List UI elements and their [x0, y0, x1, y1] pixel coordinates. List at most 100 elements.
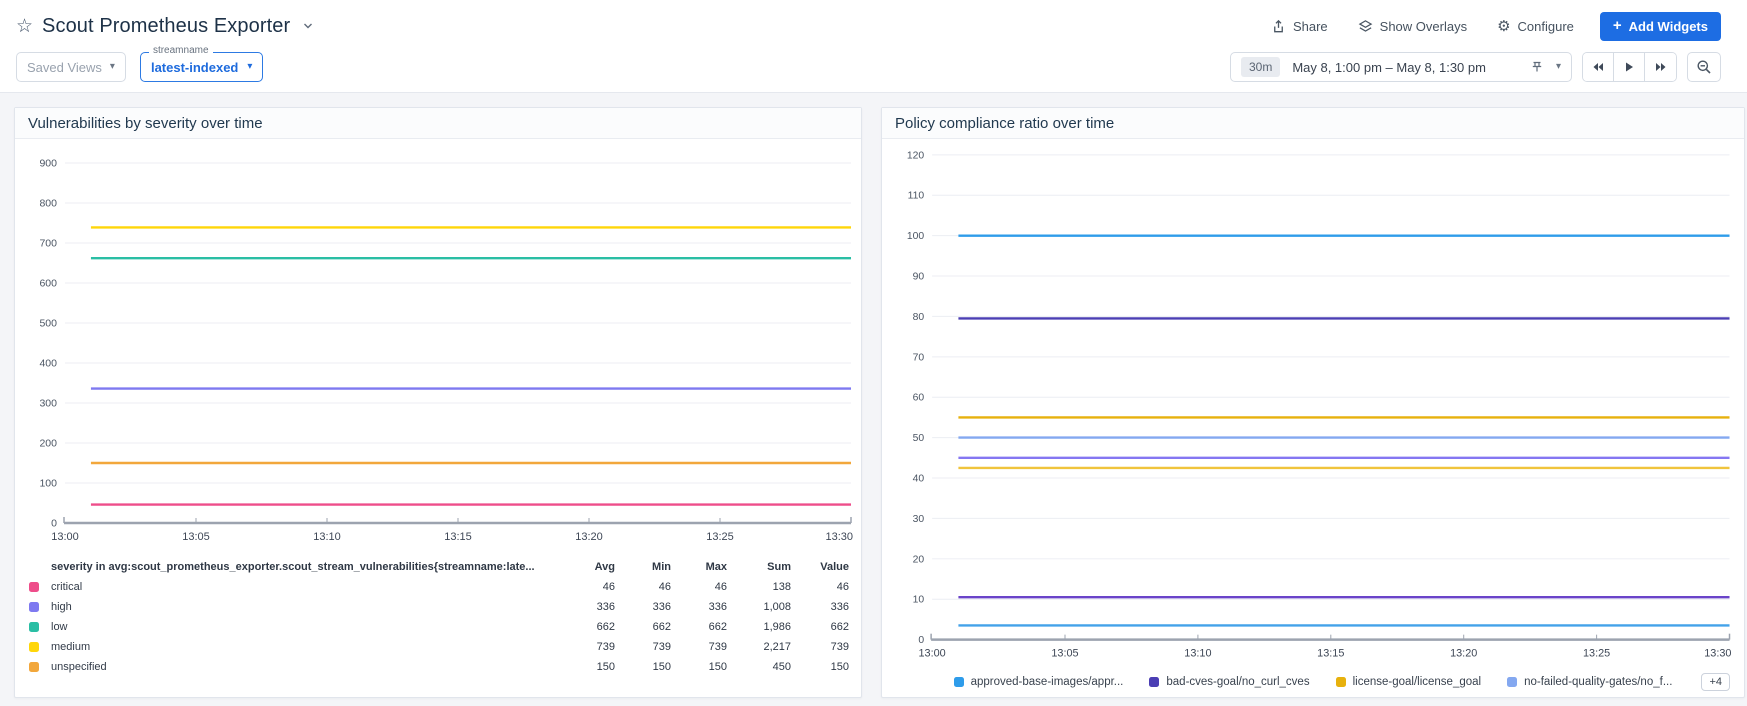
series-stat-value: 1,986 — [763, 621, 791, 633]
svg-text:13:25: 13:25 — [1583, 647, 1610, 659]
column-header: Value — [820, 561, 849, 573]
time-nav-group — [1582, 52, 1677, 82]
legend-color-swatch — [1507, 677, 1518, 688]
show-overlays-button[interactable]: Show Overlays — [1358, 19, 1467, 34]
svg-text:13:15: 13:15 — [444, 531, 472, 543]
series-name: unspecified — [51, 661, 107, 673]
svg-text:30: 30 — [913, 514, 925, 525]
series-color-swatch — [29, 602, 39, 612]
series-stat-value: 46 — [602, 581, 615, 593]
series-stat-value: 450 — [772, 661, 791, 673]
overlays-layers-icon — [1358, 19, 1373, 32]
table-row-medium[interactable]: medium 739 739 739 2,217 739 — [29, 637, 849, 657]
pin-icon[interactable] — [1530, 60, 1544, 74]
time-range-badge: 30m — [1240, 57, 1281, 77]
time-range-control[interactable]: 30m May 8, 1:00 pm – May 8, 1:30 pm ▾ — [1229, 52, 1572, 82]
stream-filter-value: latest-indexed — [150, 59, 239, 75]
legend-label: license-goal/license_goal — [1352, 676, 1482, 689]
svg-text:500: 500 — [39, 318, 57, 330]
svg-text:13:20: 13:20 — [575, 531, 603, 543]
series-stat-value: 739 — [830, 641, 849, 653]
svg-text:900: 900 — [39, 158, 57, 170]
series-color-swatch — [29, 622, 39, 632]
svg-text:13:20: 13:20 — [1450, 647, 1477, 659]
series-stat-value: 2,217 — [763, 641, 791, 653]
vulnerabilities-chart-canvas[interactable]: 900 800 700 600 500 400 300 200 100 013:00 13:05 13… — [15, 139, 861, 553]
chevron-down-icon: ▾ — [109, 61, 115, 72]
legend-item[interactable]: license-goal/license_goal — [1335, 676, 1482, 689]
svg-text:200: 200 — [39, 438, 57, 450]
svg-text:13:30: 13:30 — [1704, 647, 1731, 659]
svg-text:13:05: 13:05 — [1051, 647, 1078, 659]
widget-policy-compliance: Policy compliance ratio over time 120 110… — [881, 107, 1745, 698]
svg-text:400: 400 — [39, 358, 57, 370]
add-widgets-button[interactable]: + Add Widgets — [1599, 11, 1721, 41]
series-stat-value: 662 — [652, 621, 671, 633]
table-row-unspecified[interactable]: unspecified 150 150 150 450 150 — [29, 657, 849, 677]
table-header-row: severity in avg:scout_prometheus_exporte… — [29, 557, 849, 577]
title-chevron-down-icon[interactable] — [302, 20, 314, 32]
column-header: Avg — [594, 561, 615, 573]
svg-text:13:10: 13:10 — [1184, 647, 1211, 659]
series-stat-value: 1,008 — [763, 601, 791, 613]
svg-text:13:10: 13:10 — [313, 531, 341, 543]
series-stat-value: 46 — [836, 581, 849, 593]
widget-title: Vulnerabilities by severity over time — [15, 108, 861, 139]
svg-text:110: 110 — [908, 191, 925, 202]
series-stat-value: 46 — [658, 581, 671, 593]
series-stat-value: 336 — [596, 601, 615, 613]
chevron-down-icon: ▾ — [247, 61, 253, 72]
svg-text:50: 50 — [913, 433, 925, 444]
series-color-swatch — [29, 662, 39, 672]
svg-text:800: 800 — [39, 198, 57, 210]
configure-button[interactable]: ⚙ Configure — [1497, 19, 1574, 34]
legend-color-swatch — [1335, 677, 1346, 688]
play-icon — [1626, 62, 1633, 72]
svg-text:90: 90 — [913, 271, 925, 282]
series-name: high — [51, 601, 72, 613]
series-stat-value: 739 — [708, 641, 727, 653]
legend-item[interactable]: no-failed-quality-gates/no_f... — [1507, 676, 1672, 688]
table-row-critical[interactable]: critical 46 46 46 138 46 — [29, 577, 849, 597]
svg-text:40: 40 — [913, 473, 925, 484]
svg-text:120: 120 — [907, 150, 925, 161]
table-row-low[interactable]: low 662 662 662 1,986 662 — [29, 617, 849, 637]
time-play-button[interactable] — [1614, 53, 1645, 81]
svg-text:80: 80 — [913, 312, 925, 323]
series-stat-value: 138 — [772, 581, 791, 593]
favorite-star-icon[interactable]: ☆ — [16, 17, 33, 36]
zoom-out-button[interactable] — [1687, 52, 1721, 82]
chevron-down-icon: ▾ — [1555, 61, 1561, 72]
series-stat-value: 150 — [708, 661, 727, 673]
series-stat-value: 336 — [830, 601, 849, 613]
series-stat-value: 739 — [652, 641, 671, 653]
legend-more-button[interactable]: +4 — [1701, 673, 1730, 692]
column-header: Max — [705, 561, 727, 573]
svg-text:20: 20 — [913, 554, 925, 565]
dashboard-header: ☆ Scout Prometheus Exporter Share Show O… — [0, 0, 1747, 93]
stream-filter-dropdown[interactable]: streamname latest-indexed ▾ — [139, 45, 264, 82]
time-range-text: May 8, 1:00 pm – May 8, 1:30 pm — [1292, 59, 1486, 75]
series-name: low — [51, 621, 68, 633]
share-button[interactable]: Share — [1271, 19, 1328, 34]
dashboard-canvas: Vulnerabilities by severity over time 90… — [0, 93, 1747, 706]
saved-views-dropdown[interactable]: Saved Views ▾ — [16, 52, 126, 82]
legend-item[interactable]: bad-cves-goal/no_curl_cves — [1149, 676, 1310, 688]
svg-text:13:00: 13:00 — [51, 531, 79, 543]
time-back-button[interactable] — [1583, 53, 1614, 81]
svg-text:13:05: 13:05 — [182, 531, 210, 543]
widget-vulnerabilities: Vulnerabilities by severity over time 90… — [14, 107, 862, 698]
time-forward-button[interactable] — [1645, 53, 1676, 81]
series-stat-value: 46 — [714, 581, 727, 593]
fast-forward-icon — [1655, 63, 1665, 71]
svg-text:13:25: 13:25 — [706, 531, 734, 543]
table-row-high[interactable]: high 336 336 336 1,008 336 — [29, 597, 849, 617]
policy-compliance-chart-canvas[interactable]: 120110100908070605040302010013:00 13:05 13… — [882, 139, 1744, 667]
legend-item[interactable]: approved-base-images/appr... — [953, 676, 1123, 688]
series-stat-value: 150 — [652, 661, 671, 673]
series-summary-table: severity in avg:scout_prometheus_exporte… — [15, 553, 861, 677]
svg-text:13:15: 13:15 — [1317, 647, 1344, 659]
stream-filter-label: streamname — [148, 45, 213, 56]
plus-icon: + — [1612, 17, 1622, 34]
query-header: severity in avg:scout_prometheus_exporte… — [51, 561, 535, 573]
